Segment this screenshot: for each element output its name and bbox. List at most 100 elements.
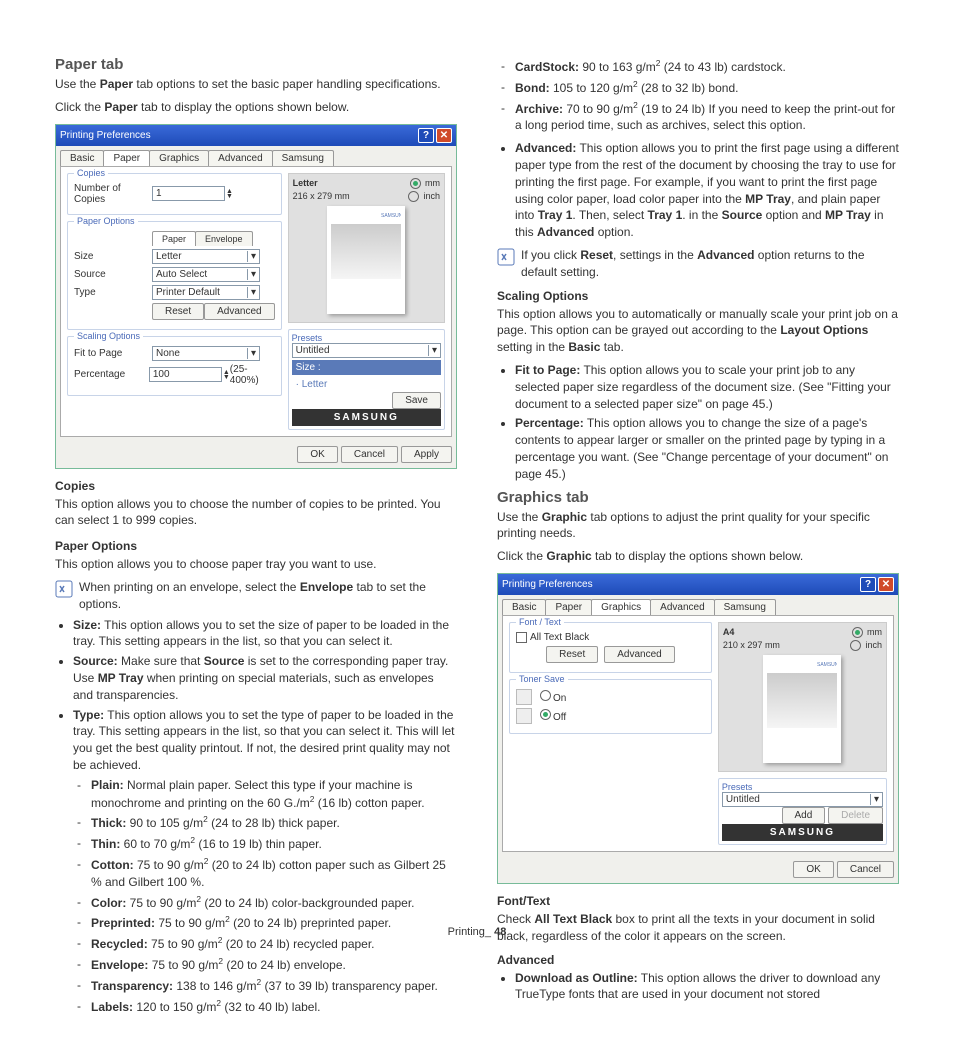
preview-panel: Lettermm 216 x 279 mminch SAMSUNG — [288, 173, 445, 323]
group-scaling: Scaling Options — [74, 331, 143, 341]
subtab-envelope[interactable]: Envelope — [195, 231, 253, 246]
po-text: This option allows you to choose paper t… — [55, 556, 457, 573]
preset-section-size: Size : — [292, 360, 441, 375]
select-preset[interactable]: Untitled▾ — [722, 792, 883, 807]
label-size: Size — [74, 251, 152, 262]
pct-range: (25-400%) — [230, 364, 275, 386]
svg-text:SAMSUNG: SAMSUNG — [817, 662, 837, 667]
radio-inch[interactable] — [408, 191, 419, 202]
delete-button[interactable]: Delete — [828, 807, 883, 824]
svg-text:SAMSUNG: SAMSUNG — [381, 213, 401, 218]
item-plain: Plain: Normal plain paper. Select this t… — [91, 777, 457, 812]
item-thin: Thin: 60 to 70 g/m2 (16 to 19 lb) thin p… — [91, 835, 457, 853]
advanced-button[interactable]: Advanced — [604, 646, 674, 663]
radio-inch[interactable] — [850, 640, 861, 651]
close-button[interactable]: ✕ — [878, 577, 894, 592]
radio-off[interactable] — [540, 709, 551, 720]
toner-icons — [516, 708, 532, 724]
label-atb: All Text Black — [530, 632, 589, 643]
tab-advanced[interactable]: Advanced — [650, 599, 714, 615]
heading-scaling: Scaling Options — [497, 289, 899, 303]
label-fit: Fit to Page — [74, 348, 152, 359]
note-icon — [497, 248, 515, 266]
heading-paper-options: Paper Options — [55, 539, 457, 553]
input-pct[interactable]: 100 — [149, 367, 222, 382]
tab-samsung[interactable]: Samsung — [272, 150, 334, 166]
select-preset[interactable]: Untitled▾ — [292, 343, 441, 358]
item-cotton: Cotton: 75 to 90 g/m2 (20 to 24 lb) cott… — [91, 856, 457, 891]
label-num-copies: Number of Copies — [74, 183, 152, 205]
tab-paper[interactable]: Paper — [103, 150, 150, 166]
ok-button[interactable]: OK — [297, 446, 337, 463]
label-source: Source — [74, 269, 152, 280]
select-fit[interactable]: None▾ — [152, 346, 260, 361]
heading-paper-tab: Paper tab — [55, 56, 457, 73]
toner-icons — [516, 689, 532, 705]
item-pct: Percentage: This option allows you to ch… — [515, 415, 899, 482]
reset-button[interactable]: Reset — [546, 646, 598, 663]
select-type[interactable]: Printer Default▾ — [152, 285, 260, 300]
help-button[interactable]: ? — [860, 577, 876, 592]
tab-basic[interactable]: Basic — [60, 150, 104, 166]
item-thick: Thick: 90 to 105 g/m2 (24 to 28 lb) thic… — [91, 814, 457, 832]
close-button[interactable]: ✕ — [436, 128, 452, 143]
item-envelope: Envelope: 75 to 90 g/m2 (20 to 24 lb) en… — [91, 956, 457, 974]
note-envelope: When printing on an envelope, select the… — [55, 579, 457, 613]
item-cardstock: CardStock: 90 to 163 g/m2 (24 to 43 lb) … — [515, 58, 899, 76]
help-button[interactable]: ? — [418, 128, 434, 143]
dialog-title: Printing Preferences — [502, 579, 858, 590]
checkbox-all-text-black[interactable] — [516, 632, 527, 643]
preset-item: · Letter — [292, 377, 441, 392]
item-advanced: Advanced: This option allows you to prin… — [515, 140, 899, 241]
dialog-paper: Printing Preferences?✕ Basic Paper Graph… — [55, 124, 457, 469]
label-type: Type — [74, 287, 152, 298]
apply-button[interactable]: Apply — [401, 446, 452, 463]
spinner[interactable]: ▲▼ — [226, 189, 233, 199]
spinner-pct[interactable]: ▲▼ — [223, 370, 230, 380]
tab-samsung[interactable]: Samsung — [714, 599, 776, 615]
presets-label: Presets — [292, 333, 441, 343]
radio-mm[interactable] — [852, 627, 863, 638]
copies-text: This option allows you to choose the num… — [55, 496, 457, 530]
tab-graphics[interactable]: Graphics — [591, 599, 651, 615]
item-type: Type: This option allows you to set the … — [73, 707, 457, 1016]
tab-basic[interactable]: Basic — [502, 599, 546, 615]
dialog-graphics: Printing Preferences?✕ Basic Paper Graph… — [497, 573, 899, 884]
group-toner-save: Toner Save — [516, 674, 568, 684]
subtab-paper[interactable]: Paper — [152, 231, 196, 246]
paper-tab-click: Click the Paper tab to display the optio… — [55, 99, 457, 116]
preview-panel: A4mm 210 x 297 mminch SAMSUNG — [718, 622, 887, 772]
note-icon — [55, 580, 73, 598]
note-reset: If you click Reset, settings in the Adva… — [497, 247, 899, 281]
tab-graphics[interactable]: Graphics — [149, 150, 209, 166]
item-transparency: Transparency: 138 to 146 g/m2 (37 to 39 … — [91, 977, 457, 995]
item-source: Source: Make sure that Source is set to … — [73, 653, 457, 703]
save-preset-button[interactable]: Save — [392, 392, 441, 409]
brand: SAMSUNG — [292, 409, 441, 426]
brand: SAMSUNG — [722, 824, 883, 841]
radio-mm[interactable] — [410, 178, 421, 189]
item-bond: Bond: 105 to 120 g/m2 (28 to 32 lb) bond… — [515, 79, 899, 97]
presets-label: Presets — [722, 782, 883, 792]
select-size[interactable]: Letter▾ — [152, 249, 260, 264]
ok-button[interactable]: OK — [793, 861, 833, 878]
item-fit: Fit to Page: This option allows you to s… — [515, 362, 899, 412]
item-color: Color: 75 to 90 g/m2 (20 to 24 lb) color… — [91, 894, 457, 912]
group-paper-options: Paper Options — [74, 216, 138, 226]
tab-advanced[interactable]: Advanced — [208, 150, 272, 166]
tab-paper[interactable]: Paper — [545, 599, 592, 615]
select-source[interactable]: Auto Select▾ — [152, 267, 260, 282]
item-size: Size: This option allows you to set the … — [73, 617, 457, 651]
reset-button[interactable]: Reset — [152, 303, 204, 320]
input-copies[interactable]: 1 — [152, 186, 225, 201]
heading-graphics-tab: Graphics tab — [497, 489, 899, 506]
group-font-text: Font / Text — [516, 617, 564, 627]
heading-font-text: Font/Text — [497, 894, 899, 908]
dialog-title: Printing Preferences — [60, 130, 416, 141]
cancel-button[interactable]: Cancel — [341, 446, 398, 463]
add-button[interactable]: Add — [782, 807, 826, 824]
radio-on[interactable] — [540, 690, 551, 701]
cancel-button[interactable]: Cancel — [837, 861, 894, 878]
group-copies: Copies — [74, 168, 108, 178]
advanced-button[interactable]: Advanced — [204, 303, 274, 320]
